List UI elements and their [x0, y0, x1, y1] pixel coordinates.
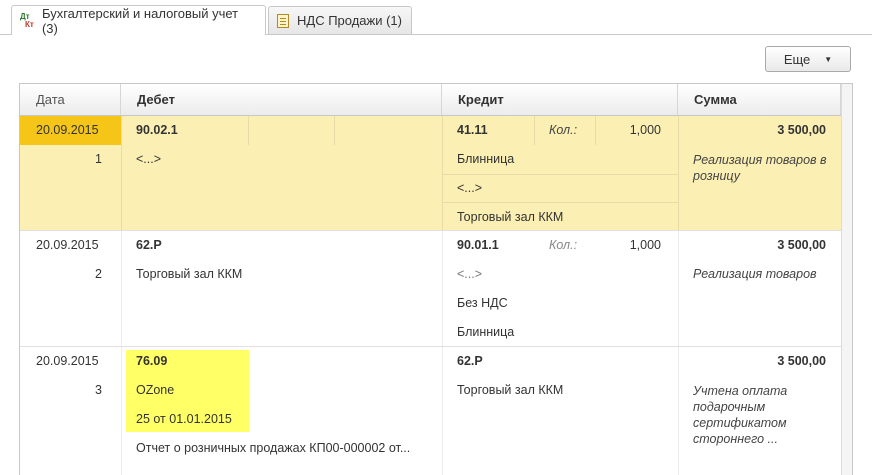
table-row[interactable]: 20.09.2015 1 90.02.1 <...> 41.11 Кол.: 1…	[20, 116, 841, 231]
tab-vat-sales[interactable]: НДС Продажи (1)	[268, 6, 412, 34]
dt-kt-icon: Дт Кт	[20, 11, 34, 29]
column-header-credit[interactable]: Кредит	[442, 84, 678, 115]
tab-bar: Дт Кт Бухгалтерский и налоговый учет (3) …	[0, 0, 872, 36]
debit-account: 90.02.1	[136, 123, 178, 137]
tab-accounting-label: Бухгалтерский и налоговый учет (3)	[41, 5, 239, 36]
debit-subconto: <...>	[136, 152, 162, 166]
quantity-value: 1,000	[629, 123, 661, 137]
entry-date: 20.09.2015	[36, 123, 99, 137]
tab-vat-sales-label: НДС Продажи (1)	[297, 13, 402, 28]
table-row[interactable]: 20.09.2015 2 62.Р Торговый зал ККМ 90.01…	[20, 231, 841, 347]
debit-account: 62.Р	[136, 238, 162, 252]
quantity-label: Кол.:	[549, 238, 578, 252]
entry-amount: 3 500,00	[777, 123, 826, 137]
entries-table: Дата Дебет Кредит Сумма 20.09.2015 1 90.…	[19, 83, 853, 475]
quantity-value: 1,000	[629, 238, 661, 252]
entry-description-line: Учтена оплата	[693, 384, 788, 398]
credit-subconto-2: <...>	[457, 181, 483, 195]
chevron-down-icon: ▼	[824, 54, 833, 64]
credit-subconto-1: <...>	[457, 267, 483, 281]
debit-subconto-2: 25 от 01.01.2015	[136, 412, 232, 426]
entry-amount: 3 500,00	[777, 354, 826, 368]
vertical-scrollbar[interactable]	[841, 84, 852, 475]
entry-number: 3	[95, 383, 102, 397]
credit-account: 62.Р	[457, 354, 483, 368]
credit-account: 41.11	[457, 123, 488, 137]
credit-account: 90.01.1	[457, 238, 499, 252]
entry-description-line: стороннего ...	[693, 432, 778, 446]
more-button[interactable]: Еще ▼	[765, 46, 851, 72]
credit-subconto-3: Блинница	[457, 325, 515, 339]
credit-subconto-3: Торговый зал ККМ	[457, 210, 564, 224]
table-header: Дата Дебет Кредит Сумма	[20, 84, 852, 116]
debit-subconto-1: OZone	[136, 383, 175, 397]
column-header-date[interactable]: Дата	[20, 84, 121, 115]
entry-description: Реализация товаров	[693, 267, 817, 281]
entry-number: 1	[95, 152, 102, 166]
entry-date: 20.09.2015	[36, 354, 99, 368]
credit-subconto-1: Торговый зал ККМ	[457, 383, 564, 397]
credit-subconto-1: Блинница	[457, 152, 515, 166]
debit-subconto-3: Отчет о розничных продажах КП00-000002 о…	[136, 441, 411, 455]
entry-description: Реализация товаров в розницу	[693, 153, 827, 183]
entry-description-line: подарочным	[693, 400, 766, 414]
entry-number: 2	[95, 267, 102, 281]
table-row[interactable]: 20.09.2015 3 76.09 OZone 25 от 01.01.201…	[20, 347, 841, 475]
entry-description-line: сертификатом	[693, 416, 787, 430]
entry-amount: 3 500,00	[777, 238, 826, 252]
column-header-debit[interactable]: Дебет	[121, 84, 442, 115]
debit-account: 76.09	[136, 354, 168, 368]
document-icon	[277, 13, 289, 28]
column-header-sum[interactable]: Сумма	[678, 84, 841, 115]
credit-subconto-2: Без НДС	[457, 296, 508, 310]
tab-accounting[interactable]: Дт Кт Бухгалтерский и налоговый учет (3)	[11, 5, 266, 36]
debit-subconto: Торговый зал ККМ	[136, 267, 243, 281]
more-button-label: Еще	[783, 51, 811, 67]
quantity-label: Кол.:	[549, 123, 578, 137]
entry-date: 20.09.2015	[36, 238, 99, 252]
